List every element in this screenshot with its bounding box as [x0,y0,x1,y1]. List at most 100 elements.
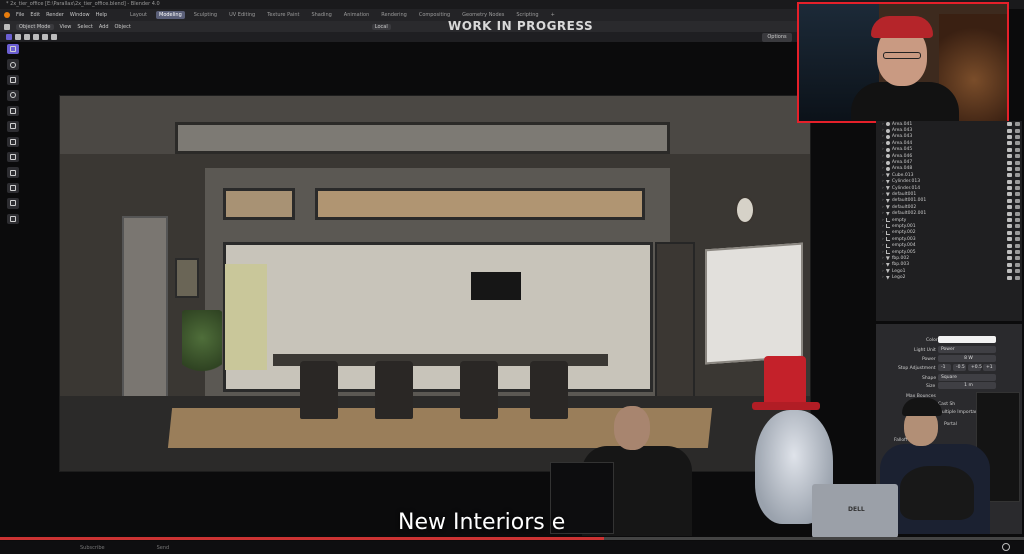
tab-sculpting[interactable]: Sculpting [191,11,220,19]
select-box-icon[interactable] [6,34,12,40]
camera-icon[interactable] [1015,147,1020,152]
annotate-tool-icon[interactable] [7,136,19,147]
expand-arrow-icon[interactable]: › [882,224,884,229]
tab-scripting[interactable]: Scripting [513,11,541,19]
expand-arrow-icon[interactable]: › [882,141,884,146]
tab-layout[interactable]: Layout [127,11,150,19]
tab-texture-paint[interactable]: Texture Paint [264,11,302,19]
tab-modeling[interactable]: Modeling [156,11,185,19]
inset-tool-icon[interactable] [7,198,19,209]
shape-select[interactable]: Square [938,374,996,381]
add-cube-tool-icon[interactable] [7,167,19,178]
send-button[interactable]: Send [157,545,170,551]
camera-icon[interactable] [1015,243,1020,248]
eye-icon[interactable] [1007,230,1012,235]
eye-icon[interactable] [1007,147,1012,152]
tab-compositing[interactable]: Compositing [416,11,453,19]
expand-arrow-icon[interactable]: › [882,198,884,203]
menu-file[interactable]: File [16,12,24,18]
expand-arrow-icon[interactable]: › [882,218,884,223]
eye-icon[interactable] [1007,218,1012,223]
menu-add[interactable]: Add [99,24,109,30]
eye-icon[interactable] [1007,186,1012,191]
eye-icon[interactable] [1007,198,1012,203]
eye-icon[interactable] [1007,250,1012,254]
camera-icon[interactable] [1015,179,1020,184]
expand-arrow-icon[interactable]: › [882,205,884,210]
expand-arrow-icon[interactable]: › [882,147,884,152]
color-swatch[interactable] [938,336,996,343]
camera-icon[interactable] [1015,211,1020,216]
camera-icon[interactable] [1015,160,1020,165]
expand-arrow-icon[interactable]: › [882,262,884,267]
options-button[interactable]: Options [762,33,792,42]
expand-arrow-icon[interactable]: › [882,230,884,235]
camera-icon[interactable] [1015,224,1020,229]
eye-icon[interactable] [1007,141,1012,146]
eye-icon[interactable] [1007,262,1012,267]
eye-icon[interactable] [1007,237,1012,242]
camera-icon[interactable] [1015,166,1020,171]
expand-arrow-icon[interactable]: › [882,173,884,178]
camera-icon[interactable] [1015,192,1020,197]
eye-icon[interactable] [1007,256,1012,261]
expand-arrow-icon[interactable]: › [882,256,884,261]
eye-icon[interactable] [1007,192,1012,197]
menu-object[interactable]: Object [115,24,131,30]
gear-icon[interactable] [1002,543,1010,551]
subscribe-button[interactable]: Subscribe [80,545,105,551]
menu-render[interactable]: Render [46,12,64,18]
measure-tool-icon[interactable] [7,151,19,163]
outliner-row[interactable]: › Lego2 [876,274,1022,280]
rotate-tool-icon[interactable] [7,90,19,101]
tab-rendering[interactable]: Rendering [378,11,410,19]
expand-arrow-icon[interactable]: › [882,154,884,159]
expand-arrow-icon[interactable]: › [882,243,884,248]
eye-icon[interactable] [1007,224,1012,229]
eye-icon[interactable] [1007,122,1012,127]
mode-new-icon[interactable] [15,34,21,40]
eye-icon[interactable] [1007,275,1012,280]
blender-logo-icon[interactable] [4,12,10,18]
menu-window[interactable]: Window [70,12,90,18]
camera-icon[interactable] [1015,186,1020,191]
camera-icon[interactable] [1015,198,1020,203]
mode-invert-icon[interactable] [42,34,48,40]
camera-icon[interactable] [1015,250,1020,254]
move-tool-icon[interactable] [7,74,19,86]
camera-icon[interactable] [1015,122,1020,127]
expand-arrow-icon[interactable]: › [882,192,884,197]
menu-select[interactable]: Select [77,24,92,30]
eye-icon[interactable] [1007,179,1012,184]
camera-icon[interactable] [1015,205,1020,210]
stop-plus-half-button[interactable]: +0.5 [968,364,982,371]
camera-icon[interactable] [1015,218,1020,223]
eye-icon[interactable] [1007,211,1012,216]
power-field[interactable]: 8 W [938,355,996,362]
stop-minus-1-button[interactable]: -1 [938,364,951,371]
eye-icon[interactable] [1007,269,1012,274]
camera-icon[interactable] [1015,237,1020,242]
tab-animation[interactable]: Animation [341,11,373,19]
tab-shading[interactable]: Shading [308,11,334,19]
add-workspace-button[interactable]: + [548,11,558,19]
camera-icon[interactable] [1015,230,1020,235]
mode-select[interactable]: Object Mode [16,23,54,30]
editor-type-icon[interactable] [4,23,10,30]
mode-subtract-icon[interactable] [33,34,39,40]
camera-icon[interactable] [1015,128,1020,133]
menu-help[interactable]: Help [96,12,107,18]
eye-icon[interactable] [1007,205,1012,210]
expand-arrow-icon[interactable]: › [882,186,884,191]
expand-arrow-icon[interactable]: › [882,166,884,171]
tab-geometry-nodes[interactable]: Geometry Nodes [459,11,507,19]
expand-arrow-icon[interactable]: › [882,134,884,139]
camera-icon[interactable] [1015,262,1020,267]
expand-arrow-icon[interactable]: › [882,160,884,165]
eye-icon[interactable] [1007,154,1012,159]
scale-tool-icon[interactable] [7,105,19,117]
eye-icon[interactable] [1007,166,1012,171]
transform-tool-icon[interactable] [7,121,19,132]
camera-icon[interactable] [1015,154,1020,159]
camera-icon[interactable] [1015,141,1020,146]
